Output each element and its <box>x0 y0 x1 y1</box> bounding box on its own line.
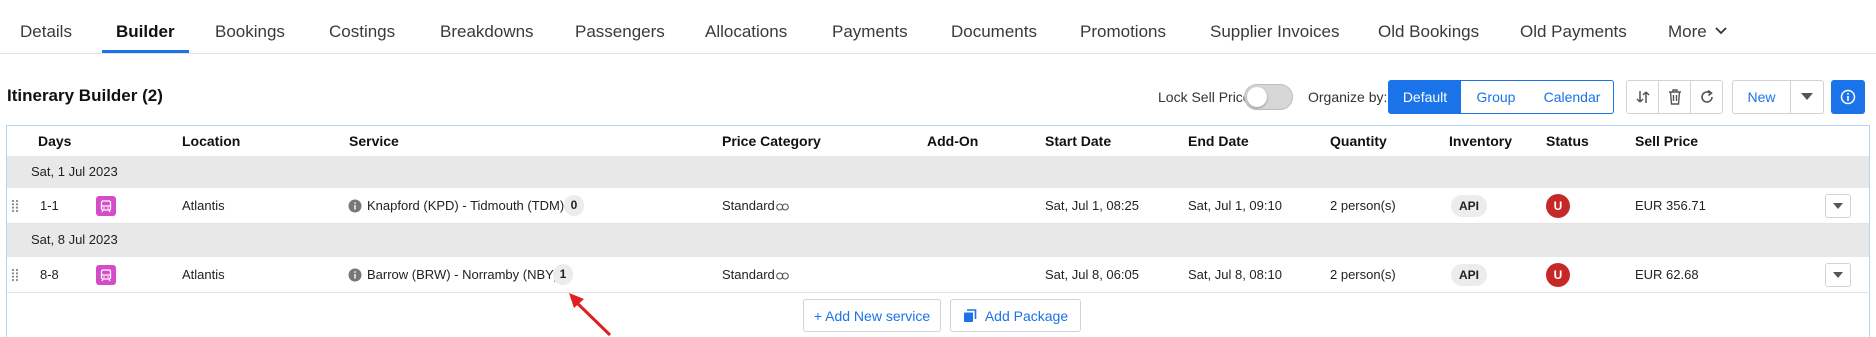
col-inventory[interactable]: Inventory <box>1449 133 1512 149</box>
group-date: Sat, 8 Jul 2023 <box>31 232 118 247</box>
row-location: Atlantis <box>182 198 225 213</box>
info-button[interactable] <box>1831 80 1865 114</box>
row-sell-price: EUR 62.68 <box>1635 267 1699 282</box>
row-start-date: Sat, Jul 1, 08:25 <box>1045 198 1139 213</box>
col-add-on[interactable]: Add-On <box>927 133 978 149</box>
annotation-arrow <box>569 293 612 337</box>
row-quantity: 2 person(s) <box>1330 198 1396 213</box>
sort-button[interactable] <box>1626 80 1659 114</box>
row-days: 1-1 <box>40 198 59 213</box>
organize-group-button[interactable]: Group <box>1461 80 1532 114</box>
row-location: Atlantis <box>182 267 225 282</box>
bus-icon <box>96 265 116 285</box>
row-service[interactable]: Knapford (KPD) - Tidmouth (TDM) <box>367 198 564 213</box>
organize-calendar-button[interactable]: Calendar <box>1531 80 1614 114</box>
tab-old-payments[interactable]: Old Payments <box>1520 0 1627 53</box>
chevron-down-icon <box>1715 26 1728 34</box>
tab-old-bookings[interactable]: Old Bookings <box>1378 0 1479 53</box>
status-badge[interactable]: U <box>1546 263 1570 287</box>
service-count-badge[interactable]: 0 <box>564 195 584 216</box>
status-badge[interactable]: U <box>1546 194 1570 218</box>
price-category-label: Standard <box>722 267 775 282</box>
info-icon <box>1840 89 1856 105</box>
service-info-icon[interactable] <box>348 199 362 213</box>
tab-details[interactable]: Details <box>20 0 72 53</box>
refresh-icon <box>1700 89 1713 103</box>
tab-allocations[interactable]: Allocations <box>705 0 787 53</box>
inventory-badge: API <box>1451 195 1487 217</box>
refresh-button[interactable] <box>1690 80 1723 114</box>
row-actions-button[interactable] <box>1825 194 1851 218</box>
row-quantity: 2 person(s) <box>1330 267 1396 282</box>
tab-promotions[interactable]: Promotions <box>1080 0 1166 53</box>
page-title: Itinerary Builder (2) <box>7 86 163 105</box>
tab-builder[interactable]: Builder <box>102 0 189 53</box>
drag-handle-icon[interactable] <box>11 268 19 282</box>
link-icon[interactable] <box>775 272 789 280</box>
package-copy-icon <box>963 308 977 322</box>
col-sell-price[interactable]: Sell Price <box>1635 133 1698 149</box>
table-row[interactable]: 1-1 Atlantis Knapford (KPD) - Tidmouth (… <box>7 188 1869 224</box>
row-actions-button[interactable] <box>1825 263 1851 287</box>
col-location[interactable]: Location <box>182 133 240 149</box>
add-package-button[interactable]: Add Package <box>950 299 1081 332</box>
organize-by-label: Organize by: <box>1308 89 1388 105</box>
organize-default-button[interactable]: Default <box>1388 80 1462 114</box>
col-price-category[interactable]: Price Category <box>722 133 821 149</box>
row-end-date: Sat, Jul 8, 08:10 <box>1188 267 1282 282</box>
tab-passengers[interactable]: Passengers <box>575 0 665 53</box>
bus-icon <box>96 196 116 216</box>
col-service[interactable]: Service <box>349 133 399 149</box>
lock-sell-price-label: Lock Sell Price <box>1158 89 1251 105</box>
row-start-date: Sat, Jul 8, 06:05 <box>1045 267 1139 282</box>
col-days[interactable]: Days <box>38 133 71 149</box>
new-dropdown-button[interactable] <box>1790 80 1824 114</box>
tab-bar: Details Builder Bookings Costings Breakd… <box>0 0 1876 54</box>
tab-more-label: More <box>1668 22 1707 41</box>
service-count-badge[interactable]: 1 <box>553 264 573 285</box>
tab-documents[interactable]: Documents <box>951 0 1037 53</box>
tab-breakdowns[interactable]: Breakdowns <box>440 0 534 53</box>
new-button[interactable]: New <box>1732 80 1791 114</box>
col-quantity[interactable]: Quantity <box>1330 133 1387 149</box>
row-price-category: Standard <box>722 198 789 213</box>
sort-icon <box>1635 91 1650 103</box>
drag-handle-icon[interactable] <box>11 199 19 213</box>
tab-bookings[interactable]: Bookings <box>215 0 285 53</box>
tab-supplier-invoices[interactable]: Supplier Invoices <box>1210 0 1339 53</box>
caret-down-icon <box>1833 271 1843 278</box>
caret-down-icon <box>1801 93 1813 100</box>
date-group-header: Sat, 1 Jul 2023 <box>7 156 1869 188</box>
caret-down-icon <box>1833 202 1843 209</box>
table-header: Days Location Service Price Category Add… <box>7 126 1869 156</box>
row-sell-price: EUR 356.71 <box>1635 198 1706 213</box>
price-category-label: Standard <box>722 198 775 213</box>
row-price-category: Standard <box>722 267 789 282</box>
trash-icon <box>1668 89 1681 105</box>
table-row[interactable]: 8-8 Atlantis Barrow (BRW) - Norramby (NB… <box>7 257 1869 293</box>
col-start-date[interactable]: Start Date <box>1045 133 1111 149</box>
col-status[interactable]: Status <box>1546 133 1589 149</box>
inventory-badge: API <box>1451 264 1487 286</box>
row-end-date: Sat, Jul 1, 09:10 <box>1188 198 1282 213</box>
tab-costings[interactable]: Costings <box>329 0 395 53</box>
tab-more[interactable]: More <box>1668 0 1728 53</box>
link-icon[interactable] <box>775 203 789 211</box>
row-days: 8-8 <box>40 267 59 282</box>
lock-sell-price-toggle[interactable] <box>1244 84 1293 110</box>
add-package-label: Add Package <box>984 307 1069 324</box>
row-service[interactable]: Barrow (BRW) - Norramby (NBY) <box>367 267 558 282</box>
delete-button[interactable] <box>1658 80 1691 114</box>
date-group-header: Sat, 8 Jul 2023 <box>7 224 1869 257</box>
col-end-date[interactable]: End Date <box>1188 133 1249 149</box>
service-info-icon[interactable] <box>348 268 362 282</box>
add-new-service-button[interactable]: + Add New service <box>803 299 941 332</box>
toggle-knob <box>1247 87 1267 107</box>
tab-payments[interactable]: Payments <box>832 0 908 53</box>
group-date: Sat, 1 Jul 2023 <box>31 164 118 179</box>
